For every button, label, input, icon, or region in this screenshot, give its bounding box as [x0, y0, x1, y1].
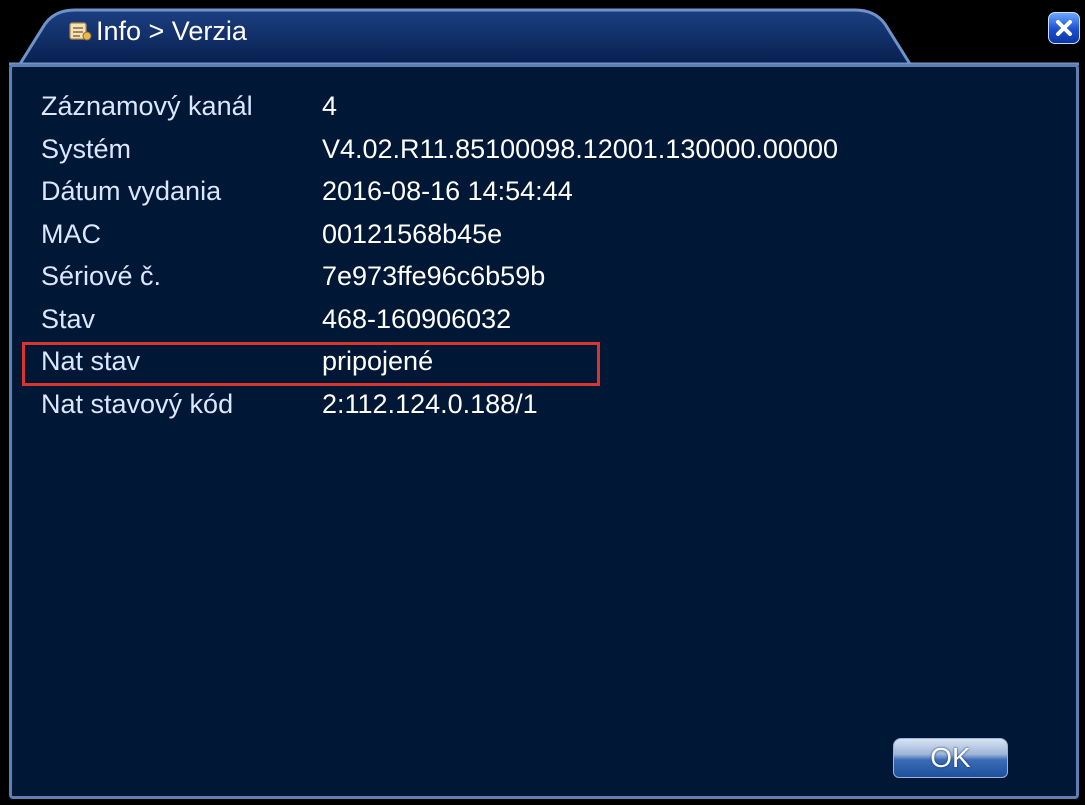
- window-title: Info > Verzia: [96, 16, 247, 46]
- value-recording-channel: 4: [322, 91, 338, 121]
- value-nat-status-code: 2:112.124.0.188/1: [322, 388, 538, 419]
- value-serial-number: 7e973ffe96c6b59b: [322, 261, 546, 291]
- ok-button[interactable]: OK: [893, 738, 1008, 778]
- label-status: Stav: [41, 303, 96, 334]
- label-recording-channel: Záznamový kanál: [41, 91, 253, 121]
- label-nat-status-code: Nat stavový kód: [41, 388, 234, 419]
- value-system: V4.02.R11.85100098.12001.130000.00000: [322, 133, 838, 164]
- close-icon: [1056, 20, 1072, 36]
- value-status: 468-160906032: [322, 303, 512, 334]
- dvr-info-window: Info > Verzia Záznamový kanál 4 Systém V…: [0, 0, 1085, 805]
- nat-status-highlight: [22, 342, 600, 386]
- label-mac: MAC: [41, 218, 101, 249]
- label-serial-number: Sériové č.: [41, 261, 162, 291]
- info-icon: [69, 22, 92, 41]
- label-system: Systém: [41, 133, 132, 164]
- value-release-date: 2016-08-16 14:54:44: [322, 176, 573, 206]
- value-mac: 00121568b45e: [322, 218, 503, 249]
- close-button[interactable]: [1048, 12, 1080, 44]
- label-release-date: Dátum vydania: [41, 176, 222, 206]
